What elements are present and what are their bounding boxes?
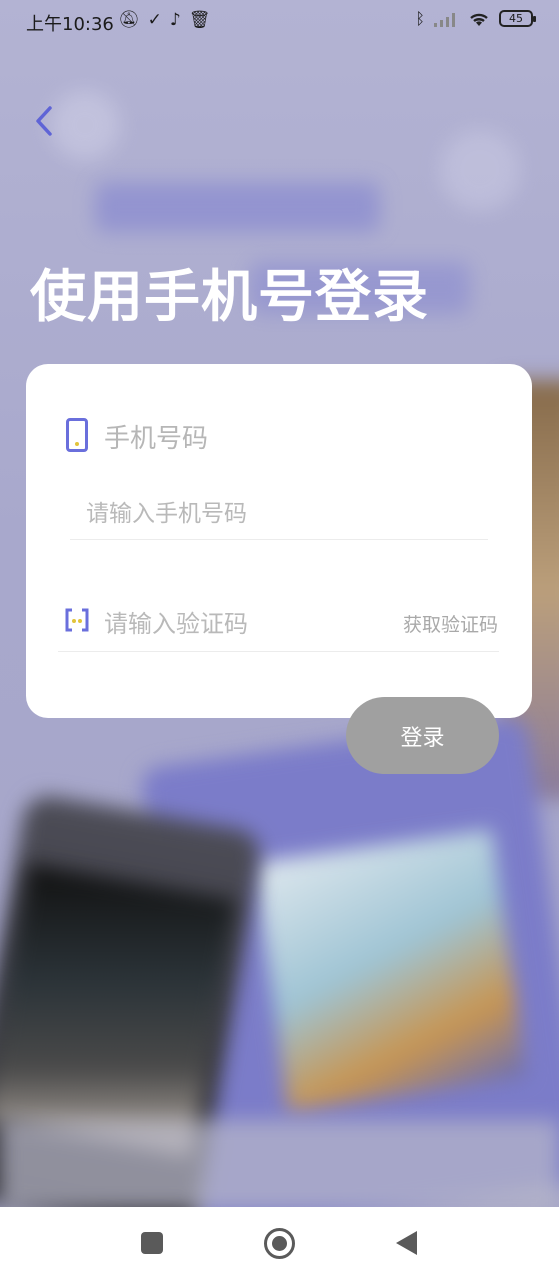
status-left-icons: 🔕︎ ✓ ♪ 🗑︎ <box>118 10 210 30</box>
mute-icon: 🔕︎ <box>118 10 140 30</box>
status-time: 上午10:36 <box>26 14 114 35</box>
get-code-button[interactable]: 获取验证码 <box>403 610 498 637</box>
page-title: 使用手机号登录 <box>30 265 429 330</box>
bg-photo <box>253 829 527 1111</box>
status-right-icons: ᛒ 45 <box>415 9 536 28</box>
tiktok-icon: ♪ <box>169 10 181 30</box>
recents-icon[interactable] <box>141 1232 163 1254</box>
status-bar: 上午10:36 🔕︎ ✓ ♪ 🗑︎ ᛒ 45 <box>0 0 559 42</box>
navigation-bar <box>0 1207 559 1280</box>
login-card: 手机号码 获取验证码 <box>26 364 532 718</box>
wifi-icon <box>470 13 488 26</box>
phone-input[interactable] <box>70 488 488 540</box>
phone-icon <box>66 418 88 452</box>
bluetooth-icon: ᛒ <box>415 9 425 28</box>
home-icon[interactable] <box>264 1228 295 1259</box>
trash-icon: 🗑︎ <box>188 10 211 30</box>
bg-circle <box>440 130 520 210</box>
nav-back-icon[interactable] <box>396 1231 417 1255</box>
verification-code-icon <box>65 608 89 632</box>
back-icon[interactable] <box>28 100 62 142</box>
bg-blurred-text <box>95 182 380 232</box>
login-button[interactable]: 登录 <box>346 697 499 774</box>
bg-bottom <box>0 1120 559 1207</box>
signal-icon <box>434 12 455 27</box>
battery-icon: 45 <box>499 10 536 27</box>
phone-label: 手机号码 <box>104 424 209 454</box>
check-icon: ✓ <box>147 10 162 30</box>
